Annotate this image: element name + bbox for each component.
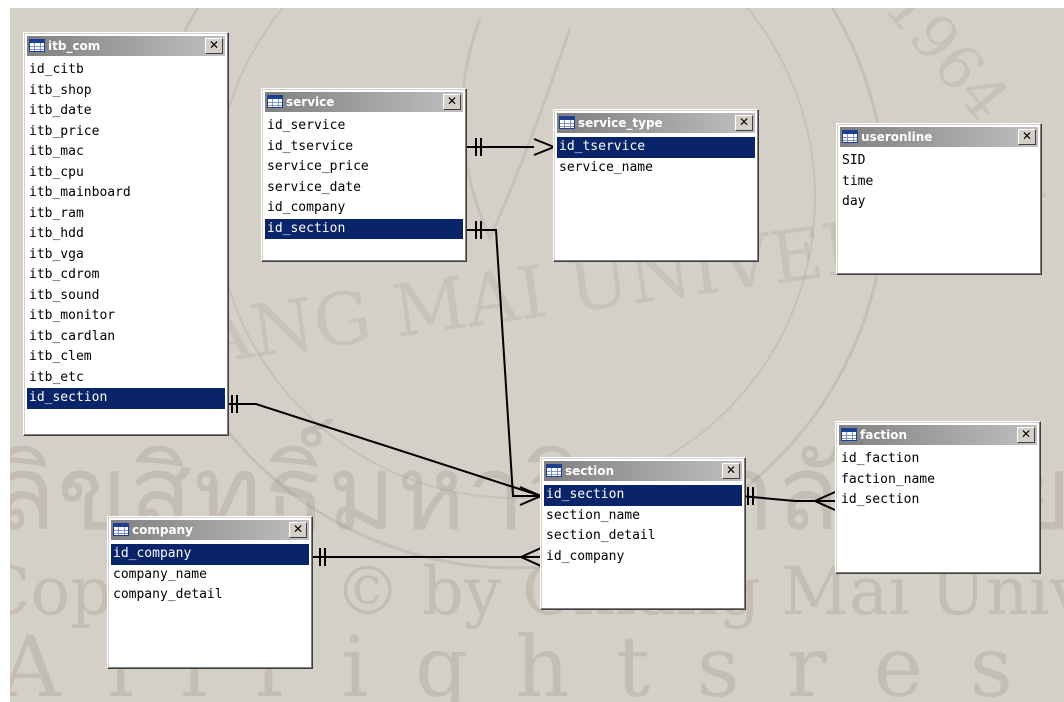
field-item[interactable]: itb_vga <box>27 245 225 266</box>
table-title-bar[interactable]: company ✕ <box>111 520 309 540</box>
table-name: faction <box>860 428 908 442</box>
close-icon[interactable]: ✕ <box>735 115 753 131</box>
field-item[interactable]: id_section <box>265 218 463 239</box>
table-icon <box>29 39 45 52</box>
table-title-bar[interactable]: service ✕ <box>265 92 463 112</box>
field-item[interactable]: SID <box>840 151 1038 172</box>
table-icon <box>113 523 129 536</box>
table-name: company <box>132 523 193 537</box>
close-icon[interactable]: ✕ <box>443 94 461 110</box>
field-item[interactable]: service_date <box>265 178 463 199</box>
field-item[interactable]: itb_cardlan <box>27 327 225 348</box>
field-item[interactable]: id_tservice <box>557 137 755 158</box>
field-item[interactable]: faction_name <box>839 470 1037 491</box>
relationship-canvas: ลิขสิทธิ์มหาวิทยาลัยเชียงใหม่ Copyright … <box>10 8 1064 702</box>
field-item[interactable]: itb_clem <box>27 347 225 368</box>
field-item[interactable]: company_name <box>111 565 309 586</box>
field-item[interactable]: service_price <box>265 157 463 178</box>
field-item[interactable]: itb_hdd <box>27 224 225 245</box>
relationship-line[interactable] <box>466 229 541 497</box>
table-section[interactable]: section ✕ id_section section_name section_de… <box>540 457 746 610</box>
field-item[interactable]: time <box>840 172 1038 193</box>
relationship-line[interactable] <box>228 403 542 497</box>
field-list[interactable]: id_tservice service_name <box>557 137 755 178</box>
field-item[interactable]: day <box>840 192 1038 213</box>
field-list[interactable]: SID time day <box>840 151 1038 213</box>
field-item[interactable]: service_name <box>557 158 755 179</box>
field-item[interactable]: id_company <box>111 544 309 565</box>
table-service[interactable]: service ✕ id_service id_tservice service_pri… <box>261 88 467 262</box>
table-icon <box>842 130 858 143</box>
table-icon <box>559 116 575 129</box>
close-icon[interactable]: ✕ <box>1017 427 1035 443</box>
table-name: useronline <box>861 130 933 144</box>
table-title-bar[interactable]: faction ✕ <box>839 425 1037 445</box>
field-item[interactable]: itb_cpu <box>27 163 225 184</box>
field-item[interactable]: id_section <box>839 490 1037 511</box>
field-item[interactable]: id_company <box>544 547 742 568</box>
close-icon[interactable]: ✕ <box>722 463 740 479</box>
field-item[interactable]: section_name <box>544 506 742 527</box>
table-title-bar[interactable]: useronline ✕ <box>840 127 1038 147</box>
table-service-type[interactable]: service_type ✕ id_tservice service_name <box>553 109 759 262</box>
table-name: section <box>565 464 615 478</box>
field-item[interactable]: itb_monitor <box>27 306 225 327</box>
field-item[interactable]: id_section <box>27 388 225 409</box>
field-item[interactable]: itb_date <box>27 101 225 122</box>
table-icon <box>267 95 283 108</box>
field-item[interactable]: itb_mainboard <box>27 183 225 204</box>
table-useronline[interactable]: useronline ✕ SID time day <box>836 123 1042 275</box>
table-name: itb_com <box>48 39 101 53</box>
field-item[interactable]: itb_shop <box>27 81 225 102</box>
field-item[interactable]: section_detail <box>544 526 742 547</box>
many-mark <box>533 138 557 156</box>
table-faction[interactable]: faction ✕ id_faction faction_name id_section <box>835 421 1041 574</box>
field-item[interactable]: id_service <box>265 116 463 137</box>
field-list[interactable]: id_company company_name company_detail <box>111 544 309 606</box>
table-title-bar[interactable]: section ✕ <box>544 461 742 481</box>
field-item[interactable]: itb_etc <box>27 368 225 389</box>
field-list[interactable]: id_section section_name section_detail id_c… <box>544 485 742 567</box>
table-icon <box>841 428 857 441</box>
field-item[interactable]: id_company <box>265 198 463 219</box>
field-list[interactable]: id_service id_tservice service_price servic… <box>265 116 463 239</box>
field-item[interactable]: company_detail <box>111 585 309 606</box>
table-name: service_type <box>578 116 663 130</box>
field-list[interactable]: id_faction faction_name id_section <box>839 449 1037 511</box>
field-item[interactable]: id_faction <box>839 449 1037 470</box>
table-itb-com[interactable]: itb_com ✕ id_citb itb_shop itb_date itb_price… <box>23 32 229 436</box>
field-list[interactable]: id_citb itb_shop itb_date itb_price itb_mac i… <box>27 60 225 409</box>
field-item[interactable]: itb_cdrom <box>27 265 225 286</box>
field-item[interactable]: itb_ram <box>27 204 225 225</box>
table-company[interactable]: company ✕ id_company company_name company_de… <box>107 516 313 669</box>
field-item[interactable]: itb_price <box>27 122 225 143</box>
close-icon[interactable]: ✕ <box>1018 129 1036 145</box>
close-icon[interactable]: ✕ <box>205 38 223 54</box>
field-item[interactable]: id_tservice <box>265 137 463 158</box>
table-title-bar[interactable]: service_type ✕ <box>557 113 755 133</box>
table-name: service <box>286 95 335 109</box>
table-title-bar[interactable]: itb_com ✕ <box>27 36 225 56</box>
table-icon <box>546 464 562 477</box>
field-item[interactable]: id_section <box>544 485 742 506</box>
close-icon[interactable]: ✕ <box>289 522 307 538</box>
field-item[interactable]: itb_mac <box>27 142 225 163</box>
field-item[interactable]: id_citb <box>27 60 225 81</box>
field-item[interactable]: itb_sound <box>27 286 225 307</box>
